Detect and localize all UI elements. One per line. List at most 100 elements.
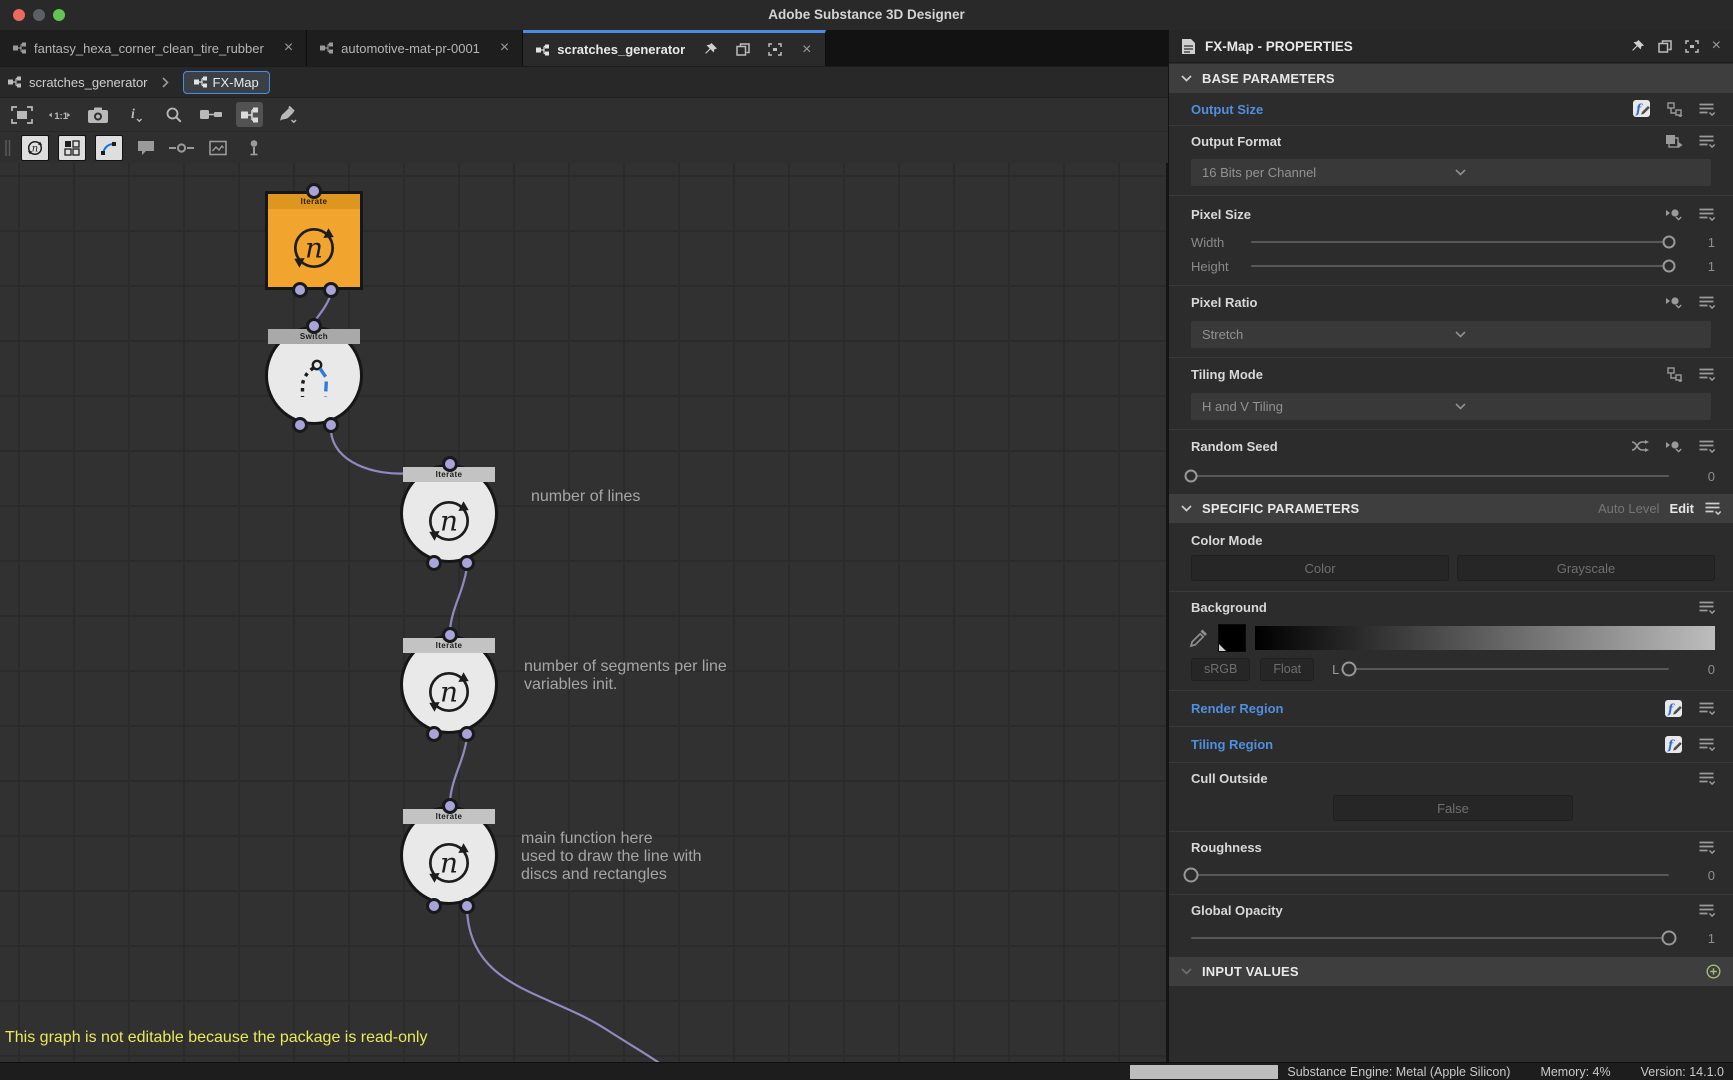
shuffle-icon[interactable] <box>1631 439 1650 453</box>
output-format-dropdown[interactable]: 16 Bits per Channel <box>1191 159 1711 186</box>
node-port[interactable] <box>292 282 308 298</box>
node-port[interactable] <box>442 798 458 814</box>
parameter-menu-icon[interactable] <box>1698 840 1715 855</box>
node-port[interactable] <box>426 898 442 914</box>
frame-tool[interactable] <box>204 135 231 160</box>
breadcrumb-package[interactable]: scratches_generator <box>29 75 148 90</box>
slider-handle[interactable] <box>1342 662 1357 677</box>
node-port[interactable] <box>442 627 458 643</box>
height-slider[interactable] <box>1251 265 1669 267</box>
section-specific-parameters[interactable]: SPECIFIC PARAMETERS Auto Level Edit <box>1169 494 1733 523</box>
node-port[interactable] <box>426 555 442 571</box>
function-edit-icon[interactable]: f <box>1664 735 1684 755</box>
tab-automotive-mat[interactable]: automotive-mat-pr-0001 × <box>307 30 523 66</box>
tab-scratches-generator[interactable]: scratches_generator × <box>523 30 825 66</box>
curve-node-tool[interactable] <box>95 135 123 161</box>
quadrant-node-tool[interactable] <box>58 135 86 161</box>
node-ref-icon[interactable] <box>1664 207 1684 222</box>
parameter-menu-icon[interactable] <box>1698 207 1715 222</box>
image-format-icon[interactable] <box>1665 134 1684 149</box>
node-port[interactable] <box>442 456 458 472</box>
node-iterate-root[interactable]: Iterate n <box>265 191 363 290</box>
cull-outside-toggle[interactable]: False <box>1333 795 1573 821</box>
add-input-value-icon[interactable] <box>1706 964 1721 979</box>
dot-node-tool[interactable] <box>168 135 195 160</box>
roughness-slider[interactable] <box>1191 874 1669 876</box>
background-color-swatch[interactable] <box>1218 624 1246 652</box>
render-region-label[interactable]: Render Region <box>1191 701 1650 716</box>
tiling-mode-dropdown[interactable]: H and V Tiling <box>1191 393 1711 420</box>
parameter-menu-icon[interactable] <box>1698 102 1715 117</box>
slider-handle[interactable] <box>1184 868 1199 883</box>
node-port[interactable] <box>306 183 322 199</box>
slider-handle[interactable] <box>1185 470 1198 483</box>
global-opacity-slider[interactable] <box>1191 937 1669 939</box>
node-port[interactable] <box>323 417 339 433</box>
parameter-menu-icon[interactable] <box>1698 771 1715 786</box>
parameter-menu-icon[interactable] <box>1698 295 1715 310</box>
background-luminance-slider[interactable] <box>1349 668 1669 670</box>
parameter-menu-icon[interactable] <box>1698 367 1715 382</box>
close-icon[interactable]: × <box>802 42 811 58</box>
node-port[interactable] <box>292 417 308 433</box>
auto-level-button[interactable]: Auto Level <box>1598 501 1659 516</box>
node-graph-canvas[interactable]: Iterate n Switch Iterate n Iterate n <box>0 163 1168 1062</box>
parameter-menu-icon[interactable] <box>1698 134 1715 149</box>
node-port[interactable] <box>459 898 475 914</box>
search-button[interactable] <box>160 102 187 127</box>
parameter-menu-icon[interactable] <box>1698 737 1715 752</box>
pin-tool[interactable] <box>240 135 267 160</box>
color-mode-grayscale-button[interactable]: Grayscale <box>1457 555 1715 581</box>
node-port[interactable] <box>306 318 322 334</box>
tiling-region-label[interactable]: Tiling Region <box>1191 737 1650 752</box>
parameter-menu-icon[interactable] <box>1698 701 1715 716</box>
graph-view-button[interactable] <box>236 102 263 127</box>
expand-icon[interactable] <box>768 43 782 56</box>
slider-handle[interactable] <box>1663 236 1676 249</box>
iterate-node-tool[interactable]: n <box>21 135 49 161</box>
toolbar-grip[interactable] <box>4 138 12 158</box>
close-icon[interactable]: × <box>500 40 509 56</box>
slider-handle[interactable] <box>1663 260 1676 273</box>
backdrop-link-button[interactable] <box>198 102 225 127</box>
width-slider[interactable] <box>1251 241 1669 243</box>
close-icon[interactable]: × <box>284 40 293 56</box>
node-iterate-lines[interactable]: Iterate n <box>400 464 498 563</box>
pin-icon[interactable] <box>1630 39 1645 54</box>
node-ref-icon[interactable] <box>1664 439 1684 454</box>
close-icon[interactable]: × <box>1712 38 1721 54</box>
inheritance-icon[interactable] <box>1666 367 1684 382</box>
float-window-icon[interactable] <box>736 43 750 56</box>
tab-fantasy-hexa[interactable]: fantasy_hexa_corner_clean_tire_rubber × <box>0 30 307 66</box>
edit-button[interactable]: Edit <box>1669 501 1694 516</box>
node-ref-icon[interactable] <box>1664 295 1684 310</box>
float-window-icon[interactable] <box>1658 40 1672 53</box>
parameter-menu-icon[interactable] <box>1698 903 1715 918</box>
node-port[interactable] <box>459 555 475 571</box>
node-iterate-main[interactable]: Iterate n <box>400 806 498 905</box>
output-size-label[interactable]: Output Size <box>1191 102 1618 117</box>
parameter-menu-icon[interactable] <box>1698 439 1715 454</box>
color-mode-color-button[interactable]: Color <box>1191 555 1449 581</box>
background-gradient-bar[interactable] <box>1255 626 1715 650</box>
expand-icon[interactable] <box>1685 40 1699 53</box>
pin-icon[interactable] <box>703 42 718 57</box>
function-edit-icon[interactable]: f <box>1664 699 1684 719</box>
node-port[interactable] <box>323 282 339 298</box>
pixel-ratio-dropdown[interactable]: Stretch <box>1191 321 1711 348</box>
clean-graph-broom-button[interactable] <box>274 102 301 127</box>
node-switch[interactable]: Switch <box>265 326 363 425</box>
slider-handle[interactable] <box>1662 931 1677 946</box>
section-base-parameters[interactable]: BASE PARAMETERS <box>1169 64 1733 93</box>
srgb-button[interactable]: sRGB <box>1191 658 1250 681</box>
node-port[interactable] <box>426 726 442 742</box>
node-iterate-segments[interactable]: Iterate n <box>400 635 498 734</box>
eyedropper-icon[interactable] <box>1189 628 1209 648</box>
fit-view-button[interactable] <box>8 102 35 127</box>
comment-tool[interactable] <box>132 135 159 160</box>
screenshot-camera-button[interactable] <box>84 102 111 127</box>
random-seed-slider[interactable] <box>1191 475 1669 477</box>
node-port[interactable] <box>459 726 475 742</box>
breadcrumb-current-fx-map[interactable]: FX-Map <box>183 71 270 94</box>
inheritance-icon[interactable] <box>1666 102 1684 117</box>
